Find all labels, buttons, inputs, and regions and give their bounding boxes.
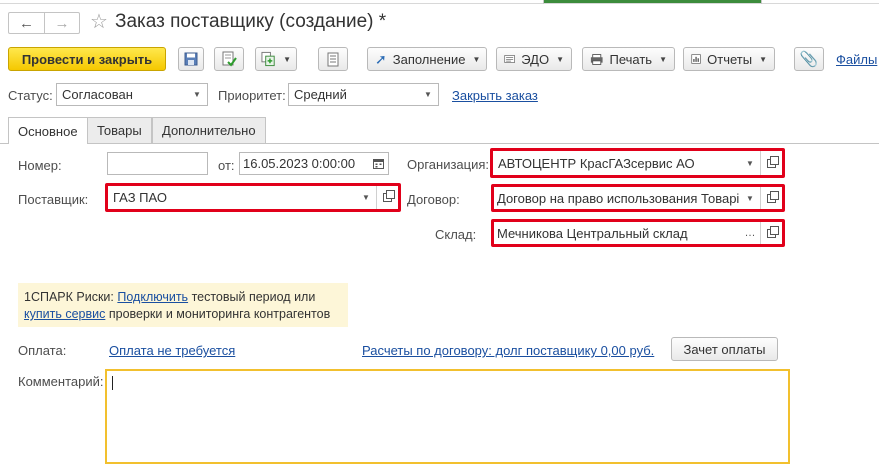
spark-text2: проверки и мониторинга контрагентов (108, 307, 331, 321)
edo-label: ЭДО (521, 51, 550, 67)
open-icon[interactable] (376, 186, 398, 209)
date-value: 16.05.2023 0:00:00 (243, 156, 356, 171)
date-label: от: (218, 158, 235, 173)
tab-additional[interactable]: Дополнительно (152, 117, 266, 143)
spark-prefix: 1СПАРК Риски: (24, 290, 114, 304)
spark-connect-link[interactable]: Подключить (117, 290, 188, 304)
tab-goods[interactable]: Товары (87, 117, 152, 143)
payment-not-required-link[interactable]: Оплата не требуется (109, 343, 235, 358)
open-icon[interactable] (760, 187, 782, 209)
create-based-on-button[interactable]: ▼ (255, 47, 297, 71)
back-button[interactable]: ← (9, 13, 44, 33)
organization-value: АВТОЦЕНТР КрасГАЗсервис АО (498, 155, 695, 171)
open-icon[interactable] (760, 151, 782, 175)
post-and-close-button[interactable]: Провести и закрыть (8, 47, 166, 71)
files-link[interactable]: Файлы (836, 52, 877, 67)
contract-value: Договор на право использования Товарі (497, 190, 740, 206)
page-title: Заказ поставщику (создание) * (115, 11, 387, 32)
number-input[interactable] (107, 152, 208, 175)
edo-button[interactable]: ЭДО ▼ (496, 47, 572, 71)
tab-main[interactable]: Основное (8, 117, 88, 144)
chevron-down-icon[interactable]: ▼ (187, 84, 207, 105)
status-value: Согласован (62, 87, 133, 102)
supplier-input[interactable]: ГАЗ ПАО ▼ (108, 186, 398, 209)
warehouse-highlight: Мечникова Центральный склад … (491, 219, 785, 247)
arrow-right-icon: → (54, 14, 70, 32)
warehouse-value: Мечникова Центральный склад (497, 225, 688, 241)
supplier-value: ГАЗ ПАО (113, 190, 167, 205)
chevron-down-icon[interactable]: ▼ (740, 151, 760, 175)
floppy-disk-icon (184, 52, 198, 66)
more-dots-icon[interactable]: … (740, 222, 760, 244)
number-label: Номер: (18, 158, 62, 173)
create-based-on-icon (261, 51, 275, 67)
fill-arrow-icon: ➚ (375, 50, 387, 67)
spark-buy-link[interactable]: купить сервис (24, 307, 105, 321)
reports-button[interactable]: Отчеты ▼ (683, 47, 775, 71)
supplier-label: Поставщик: (18, 192, 89, 207)
organization-input[interactable]: АВТОЦЕНТР КрасГАЗсервис АО ▼ (493, 151, 782, 175)
top-strip (0, 0, 879, 4)
list-document-icon (327, 52, 339, 66)
fill-button[interactable]: ➚ Заполнение ▼ (367, 47, 487, 71)
printer-icon (590, 53, 603, 65)
fill-label: Заполнение (392, 51, 466, 67)
chevron-down-icon: ▼ (659, 54, 667, 64)
priority-value: Средний (294, 87, 347, 102)
chevron-down-icon[interactable]: ▼ (740, 187, 760, 209)
status-label: Статус: (8, 88, 53, 103)
arrow-left-icon: ← (19, 14, 34, 32)
contract-label: Договор: (407, 192, 460, 207)
save-button[interactable] (178, 47, 204, 71)
reports-label: Отчеты (707, 51, 753, 67)
print-label: Печать (609, 51, 653, 67)
post-button[interactable] (214, 47, 244, 71)
status-select[interactable]: Согласован ▼ (56, 83, 208, 106)
strip-separator (761, 0, 762, 4)
close-order-link[interactable]: Закрыть заказ (452, 88, 538, 103)
print-button[interactable]: Печать ▼ (582, 47, 675, 71)
chevron-down-icon[interactable]: ▼ (418, 84, 438, 105)
payment-label: Оплата: (18, 343, 67, 358)
comment-textarea[interactable] (105, 369, 790, 464)
spark-risks-notice: 1СПАРК Риски: Подключить тестовый период… (18, 283, 348, 327)
contract-highlight: Договор на право использования Товарі ▼ (491, 184, 785, 212)
favorite-star-icon[interactable]: ☆ (90, 9, 108, 34)
chevron-down-icon: ▼ (556, 54, 564, 64)
strip-separator (543, 0, 544, 4)
warehouse-input[interactable]: Мечникова Центральный склад … (494, 222, 782, 244)
chevron-down-icon: ▼ (283, 54, 291, 64)
nav-group: ← → (8, 12, 80, 34)
date-input[interactable]: 16.05.2023 0:00:00 (239, 152, 389, 175)
chevron-down-icon: ▼ (759, 54, 767, 64)
open-icon[interactable] (760, 222, 782, 244)
document-journal-button[interactable] (318, 47, 348, 71)
organization-label: Организация: (407, 157, 490, 172)
priority-select[interactable]: Средний ▼ (288, 83, 439, 106)
active-window-indicator (543, 0, 761, 3)
attach-button[interactable]: 📎 (794, 47, 824, 71)
contract-input[interactable]: Договор на право использования Товарі ▼ (494, 187, 782, 209)
organization-highlight: АВТОЦЕНТР КрасГАЗсервис АО ▼ (490, 148, 785, 178)
forward-button[interactable]: → (44, 13, 79, 33)
supplier-highlight: ГАЗ ПАО ▼ (105, 183, 401, 212)
chevron-down-icon: ▼ (472, 54, 481, 64)
payment-offset-button[interactable]: Зачет оплаты (671, 337, 778, 361)
priority-label: Приоритет: (218, 88, 286, 103)
warehouse-label: Склад: (435, 227, 477, 242)
reports-icon (691, 54, 701, 64)
tab-divider (0, 143, 879, 144)
comment-label: Комментарий: (18, 374, 104, 389)
spark-text1: тестовый период или (191, 290, 316, 304)
chevron-down-icon[interactable]: ▼ (356, 186, 376, 209)
paperclip-icon: 📎 (799, 51, 819, 68)
contract-settlements-link[interactable]: Расчеты по договору: долг поставщику 0,0… (362, 343, 654, 358)
post-document-icon (222, 51, 237, 67)
edo-icon (504, 55, 515, 63)
text-caret (112, 376, 113, 390)
calendar-icon[interactable] (368, 153, 388, 174)
